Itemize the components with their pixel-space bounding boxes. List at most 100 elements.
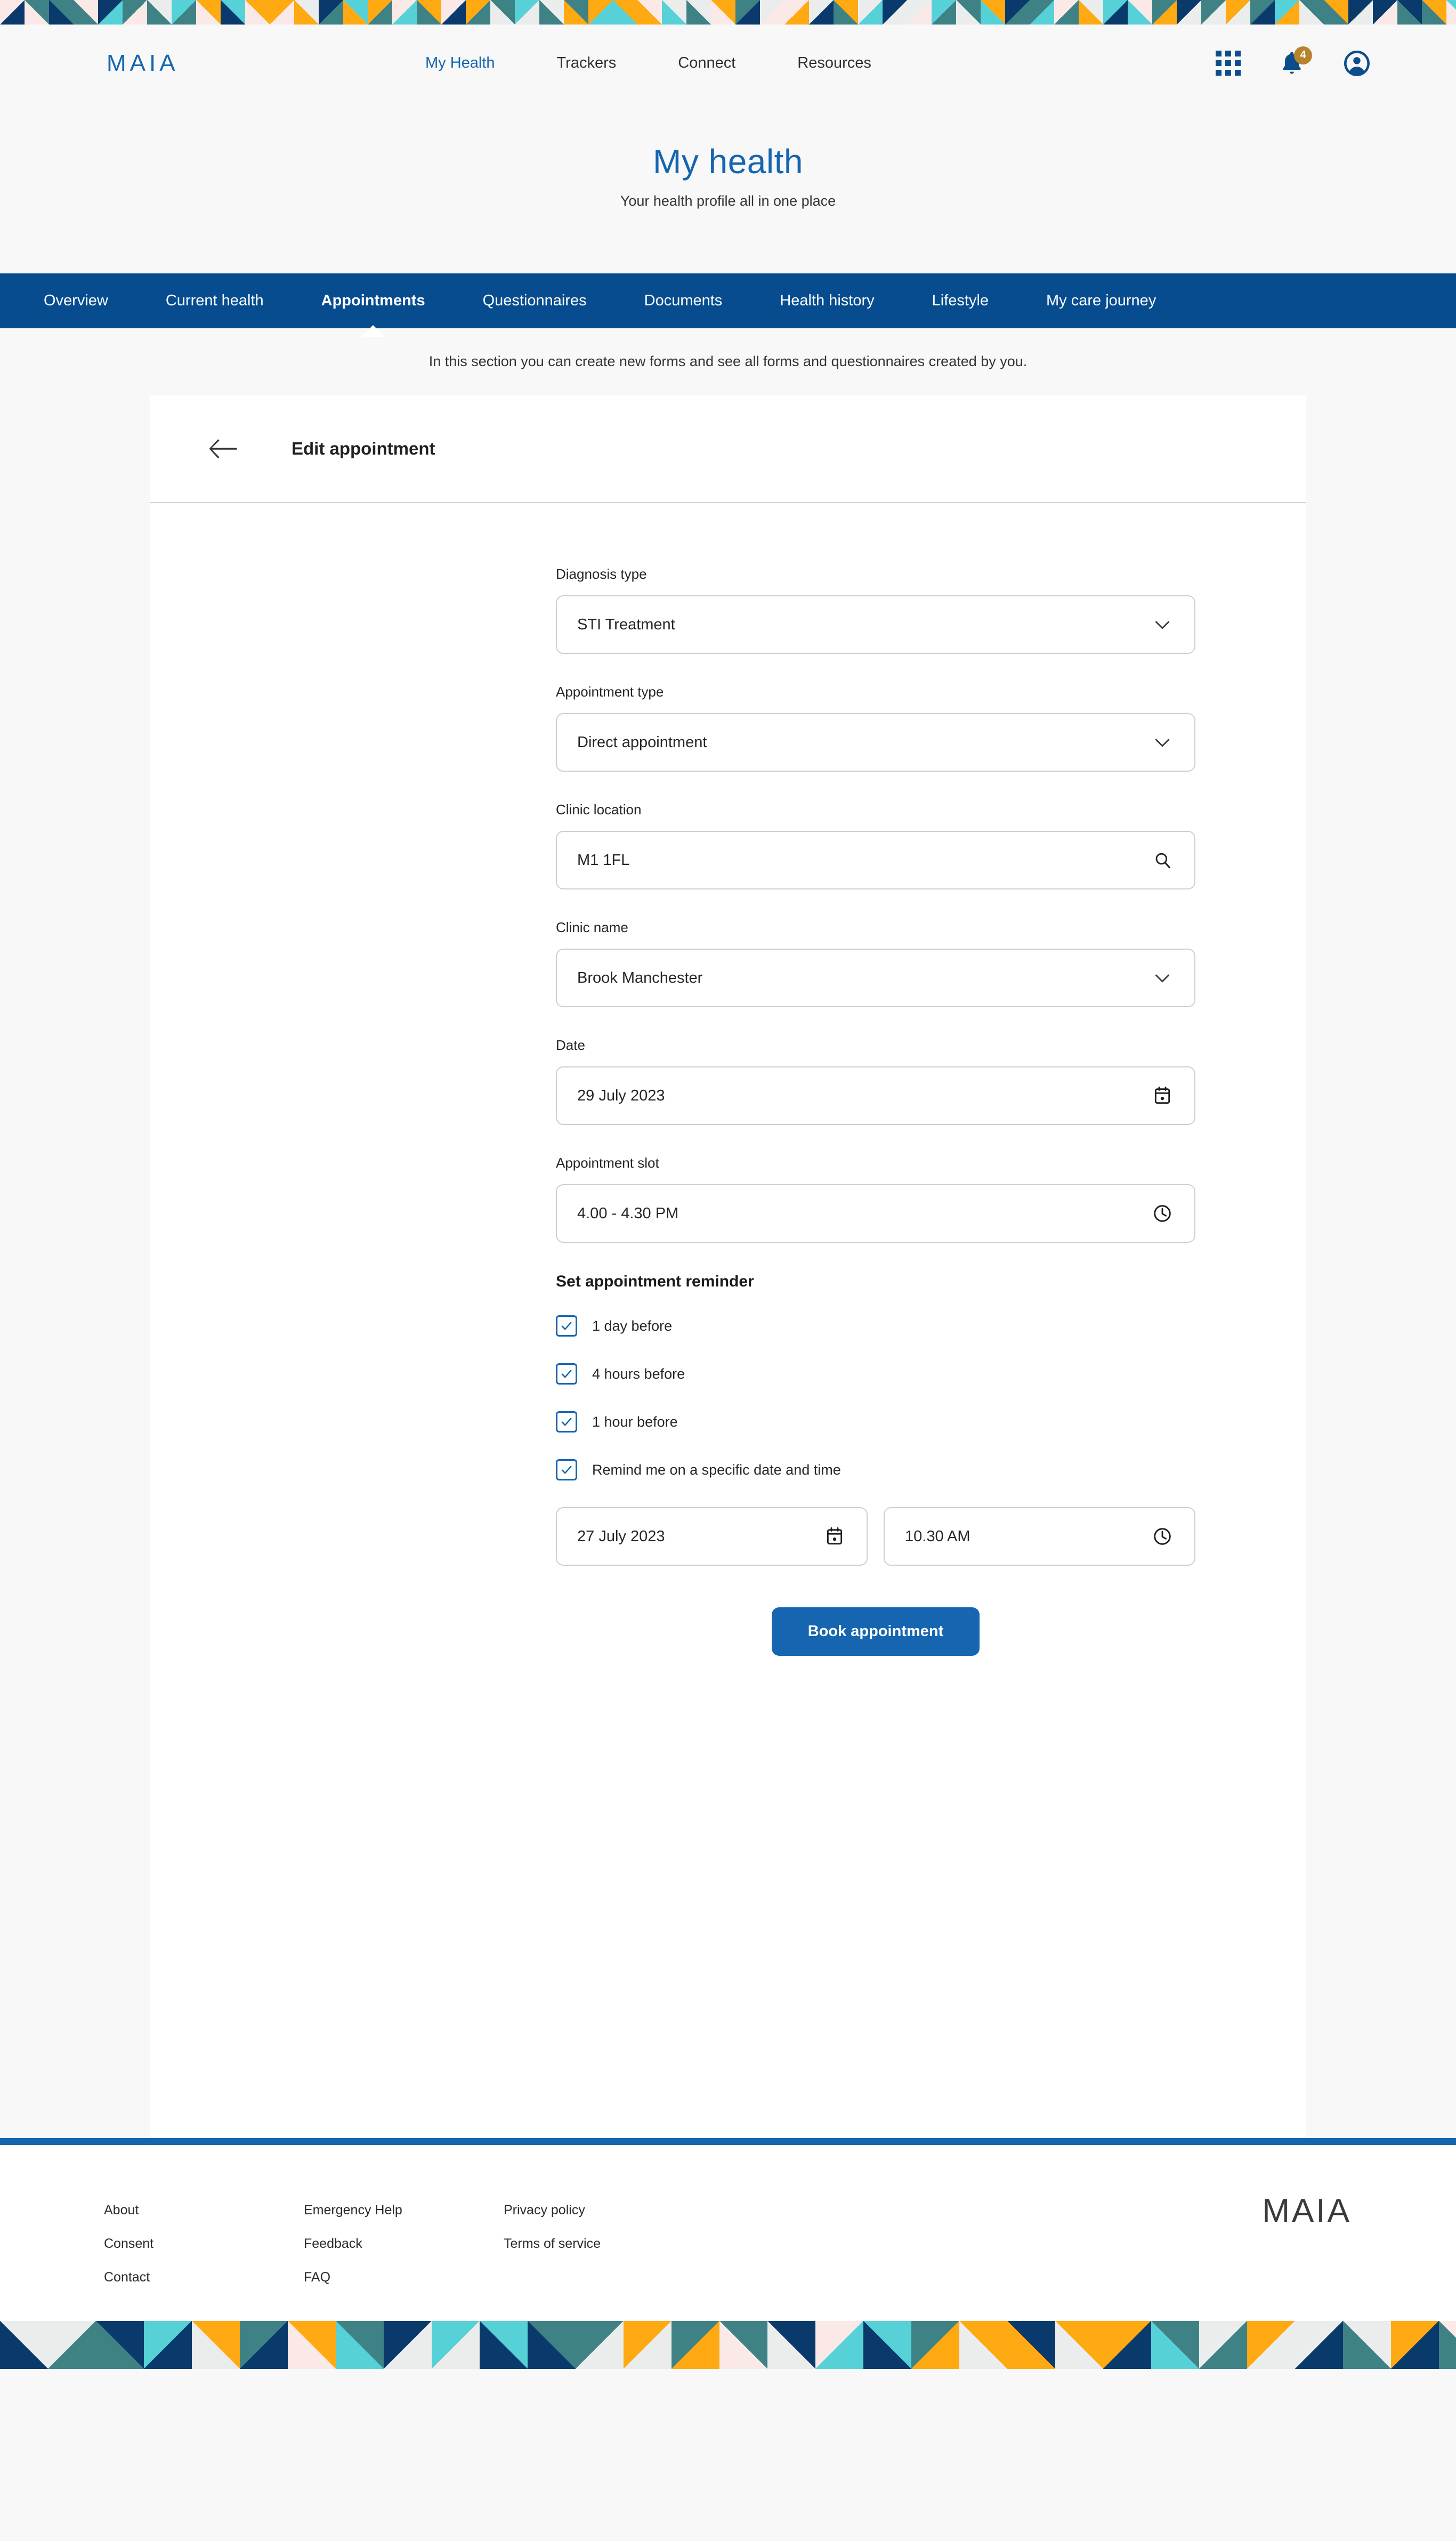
pattern-tile — [672, 2321, 719, 2369]
tab-documents[interactable]: Documents — [616, 292, 751, 310]
nav-item-trackers[interactable]: Trackers — [526, 54, 648, 72]
tab-health-history[interactable]: Health history — [751, 292, 903, 310]
chevron-down-icon — [1155, 974, 1170, 983]
footer-link-privacy-policy[interactable]: Privacy policy — [504, 2203, 703, 2218]
select-diagnosis-type[interactable]: STI Treatment — [556, 595, 1195, 654]
clock-icon-slot[interactable] — [1151, 1202, 1174, 1225]
select-clinic-name[interactable]: Brook Manchester — [556, 949, 1195, 1007]
nav-item-connect[interactable]: Connect — [647, 54, 766, 72]
brand-logo[interactable]: MAIA — [107, 50, 179, 77]
checkbox-label: 4 hours before — [592, 1365, 685, 1382]
pattern-tile — [144, 2321, 192, 2369]
pattern-tile — [336, 2321, 384, 2369]
pattern-tile — [959, 2321, 1007, 2369]
pattern-tile — [662, 0, 686, 25]
tab-questionnaires[interactable]: Questionnaires — [454, 292, 616, 310]
pattern-tile — [25, 0, 49, 25]
notifications-button[interactable]: 4 — [1278, 46, 1312, 77]
user-avatar-icon[interactable] — [1343, 50, 1371, 77]
pattern-tile — [883, 0, 907, 25]
tab-appointments[interactable]: Appointments — [293, 292, 454, 310]
time-input[interactable]: 4.00 - 4.30 PM — [556, 1184, 1195, 1243]
grid-icon[interactable] — [1216, 51, 1241, 76]
pattern-tile — [981, 0, 1005, 25]
nav-item-resources[interactable]: Resources — [766, 54, 902, 72]
pattern-tile — [735, 0, 760, 25]
book-appointment-button[interactable]: Book appointment — [771, 1607, 980, 1656]
chevron-down-icon-slot[interactable] — [1151, 613, 1174, 636]
footer-link-emergency-help[interactable]: Emergency Help — [304, 2203, 504, 2218]
notification-badge: 4 — [1294, 46, 1312, 64]
pattern-tile — [172, 0, 196, 25]
pattern-tile — [719, 2321, 767, 2369]
form-field-appointment-type: Appointment type Direct appointment — [556, 684, 1306, 772]
pattern-tile — [288, 2321, 336, 2369]
submit-row: Book appointment — [556, 1607, 1195, 1736]
form-field-date: Date 29 July 2023 — [556, 1037, 1306, 1125]
pattern-tile — [815, 2321, 863, 2369]
checkbox-1-hour-before[interactable] — [556, 1411, 577, 1433]
pattern-tile — [192, 2321, 240, 2369]
footer-link-terms-of-service[interactable]: Terms of service — [504, 2236, 703, 2252]
field-label: Appointment slot — [556, 1155, 659, 1171]
pattern-tile — [1007, 2321, 1055, 2369]
footer-link-feedback[interactable]: Feedback — [304, 2236, 504, 2252]
pattern-tile — [863, 2321, 911, 2369]
page-subtitle: Your health profile all in one place — [620, 193, 836, 209]
reminder-date-input[interactable]: 27 July 2023 — [556, 1507, 868, 1566]
pattern-tile — [809, 0, 834, 25]
footer-divider — [0, 2138, 1456, 2145]
tab-current-health[interactable]: Current health — [137, 292, 293, 310]
reminder-option[interactable]: 1 hour before — [556, 1411, 1306, 1433]
pattern-tile — [98, 0, 123, 25]
footer-column: About Consent Contact — [104, 2203, 304, 2303]
search-input[interactable]: M1 1FL — [556, 831, 1195, 889]
date-input[interactable]: 29 July 2023 — [556, 1066, 1195, 1125]
pattern-tile — [240, 2321, 288, 2369]
pattern-tile — [1152, 0, 1177, 25]
calendar-icon-slot[interactable] — [1151, 1084, 1174, 1107]
clock-icon-slot[interactable] — [1151, 1525, 1174, 1548]
section-tabbar: Overview Current health Appointments Questi… — [0, 273, 1456, 328]
pattern-tile — [294, 0, 319, 25]
pattern-tile — [515, 0, 539, 25]
check-icon — [561, 1370, 572, 1378]
checkbox-4-hours-before[interactable] — [556, 1363, 577, 1385]
reminder-time-input[interactable]: 10.30 AM — [884, 1507, 1195, 1566]
reminder-option[interactable]: 1 day before — [556, 1315, 1306, 1337]
checkbox-remind-me-on-a-specific-date-and-time[interactable] — [556, 1459, 577, 1480]
select-appointment-type[interactable]: Direct appointment — [556, 713, 1195, 772]
hero-section: My health Your health profile all in one… — [0, 102, 1456, 273]
form-field-clinic-location: Clinic location M1 1FL — [556, 802, 1306, 889]
footer-link-contact[interactable]: Contact — [104, 2270, 304, 2285]
tab-my-care-journey[interactable]: My care journey — [1017, 292, 1185, 310]
chevron-down-icon-slot[interactable] — [1151, 966, 1174, 990]
chevron-down-icon-slot[interactable] — [1151, 731, 1174, 754]
pattern-tile — [1030, 0, 1054, 25]
pattern-tile — [1247, 2321, 1295, 2369]
reminder-option[interactable]: Remind me on a specific date and time — [556, 1459, 1306, 1480]
field-label: Date — [556, 1037, 585, 1053]
reminder-option[interactable]: 4 hours before — [556, 1363, 1306, 1385]
pattern-tile — [588, 0, 613, 25]
tab-lifestyle[interactable]: Lifestyle — [903, 292, 1017, 310]
footer-link-faq[interactable]: FAQ — [304, 2270, 504, 2285]
calendar-icon — [1154, 1086, 1170, 1104]
pattern-tile — [784, 0, 809, 25]
nav-item-my-health[interactable]: My Health — [394, 54, 526, 72]
checkbox-1-day-before[interactable] — [556, 1315, 577, 1337]
page-title: My health — [653, 142, 803, 181]
pattern-tile — [1373, 0, 1397, 25]
footer-link-about[interactable]: About — [104, 2203, 304, 2218]
back-button[interactable] — [209, 438, 244, 459]
chevron-down-icon — [1155, 739, 1170, 747]
search-icon-slot[interactable] — [1151, 848, 1174, 872]
checkbox-label: Remind me on a specific date and time — [592, 1461, 841, 1478]
pattern-tile — [911, 2321, 959, 2369]
calendar-icon-slot[interactable] — [823, 1525, 846, 1548]
tab-overview[interactable]: Overview — [15, 292, 137, 310]
pattern-tile — [932, 0, 956, 25]
search-icon — [1155, 853, 1170, 869]
footer-link-consent[interactable]: Consent — [104, 2236, 304, 2252]
pattern-tile — [392, 0, 417, 25]
